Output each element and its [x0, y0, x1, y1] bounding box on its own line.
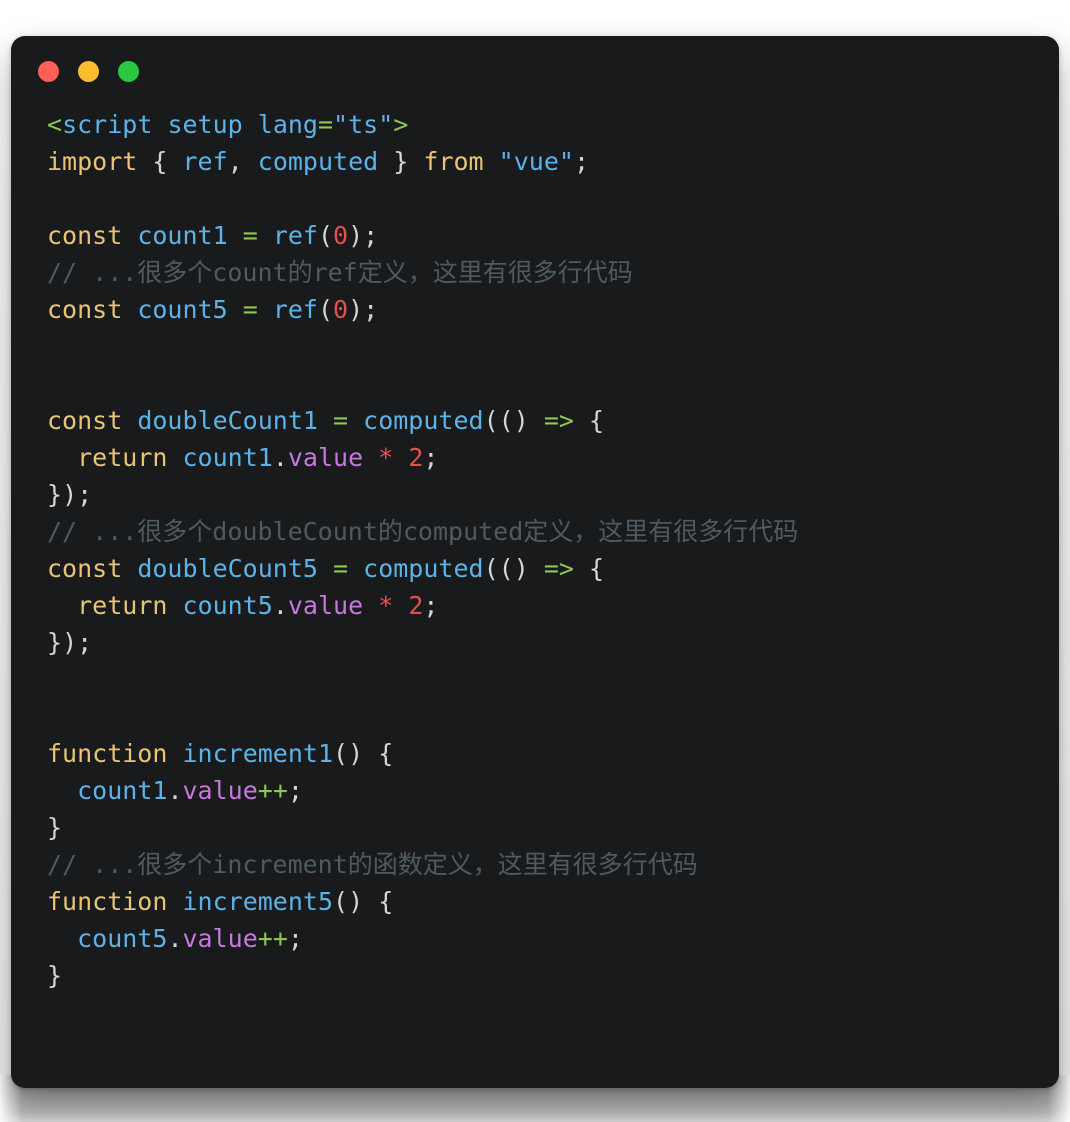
- minimize-dot[interactable]: [78, 60, 99, 82]
- screenshot-stage: <script setup lang="ts"> import { ref, c…: [0, 0, 1070, 1122]
- code-body: <script setup lang="ts"> import { ref, c…: [11, 106, 1059, 994]
- close-dot[interactable]: [38, 60, 59, 82]
- code-snippet-window: <script setup lang="ts"> import { ref, c…: [11, 36, 1059, 1088]
- code-block[interactable]: <script setup lang="ts"> import { ref, c…: [47, 106, 1059, 994]
- window-titlebar[interactable]: [11, 36, 1059, 106]
- maximize-dot[interactable]: [118, 60, 139, 82]
